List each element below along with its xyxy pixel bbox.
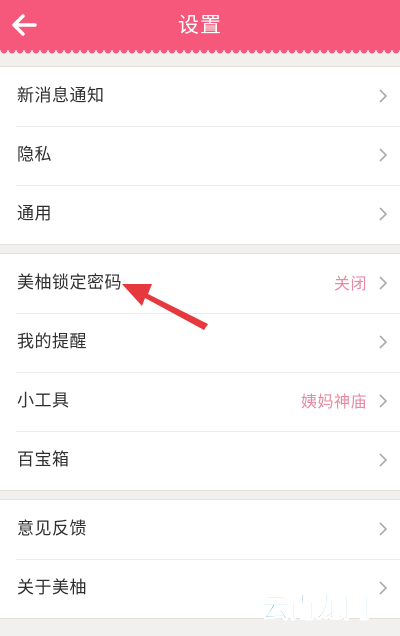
row-small-tools[interactable]: 小工具 姨妈神庙 — [0, 372, 400, 431]
row-label: 小工具 — [17, 391, 70, 411]
chevron-right-icon — [379, 453, 388, 467]
row-value: 姨妈神庙 — [300, 392, 367, 411]
row-feedback[interactable]: 意见反馈 — [0, 500, 400, 559]
settings-group-general: 新消息通知 隐私 通用 — [0, 66, 400, 245]
top-bar: 设置 — [0, 0, 400, 50]
row-label: 通用 — [17, 204, 52, 224]
row-treasure-box[interactable]: 百宝箱 — [0, 431, 400, 490]
chevron-right-icon — [379, 394, 388, 408]
row-value: 关闭 — [333, 274, 367, 293]
row-label: 百宝箱 — [17, 450, 70, 470]
chevron-right-icon — [379, 276, 388, 290]
watermark: 云南龙网 — [262, 593, 371, 625]
row-general[interactable]: 通用 — [0, 185, 400, 244]
chevron-right-icon — [379, 89, 388, 103]
chevron-right-icon — [379, 207, 388, 221]
settings-group-features: 美柚锁定密码 关闭 我的提醒 小工具 姨妈神庙 百宝箱 — [0, 253, 400, 491]
chevron-right-icon — [379, 335, 388, 349]
row-label: 新消息通知 — [17, 86, 105, 106]
chevron-right-icon — [379, 148, 388, 162]
row-new-message-notification[interactable]: 新消息通知 — [0, 67, 400, 126]
chevron-right-icon — [379, 522, 388, 536]
row-meiyou-lock-password[interactable]: 美柚锁定密码 关闭 — [0, 254, 400, 313]
row-privacy[interactable]: 隐私 — [0, 126, 400, 185]
row-label: 我的提醒 — [17, 332, 87, 352]
row-label: 关于美柚 — [17, 578, 87, 598]
row-my-reminders[interactable]: 我的提醒 — [0, 313, 400, 372]
settings-screen: 设置 新消息通知 隐私 通用 美柚锁定密码 关闭 我的提醒 小工具 姨妈神庙 百… — [0, 0, 400, 636]
row-label: 隐私 — [17, 145, 52, 165]
header-scalloped-edge — [0, 50, 400, 58]
row-label: 美柚锁定密码 — [17, 273, 122, 293]
row-label: 意见反馈 — [17, 519, 87, 539]
page-title: 设置 — [178, 13, 222, 37]
